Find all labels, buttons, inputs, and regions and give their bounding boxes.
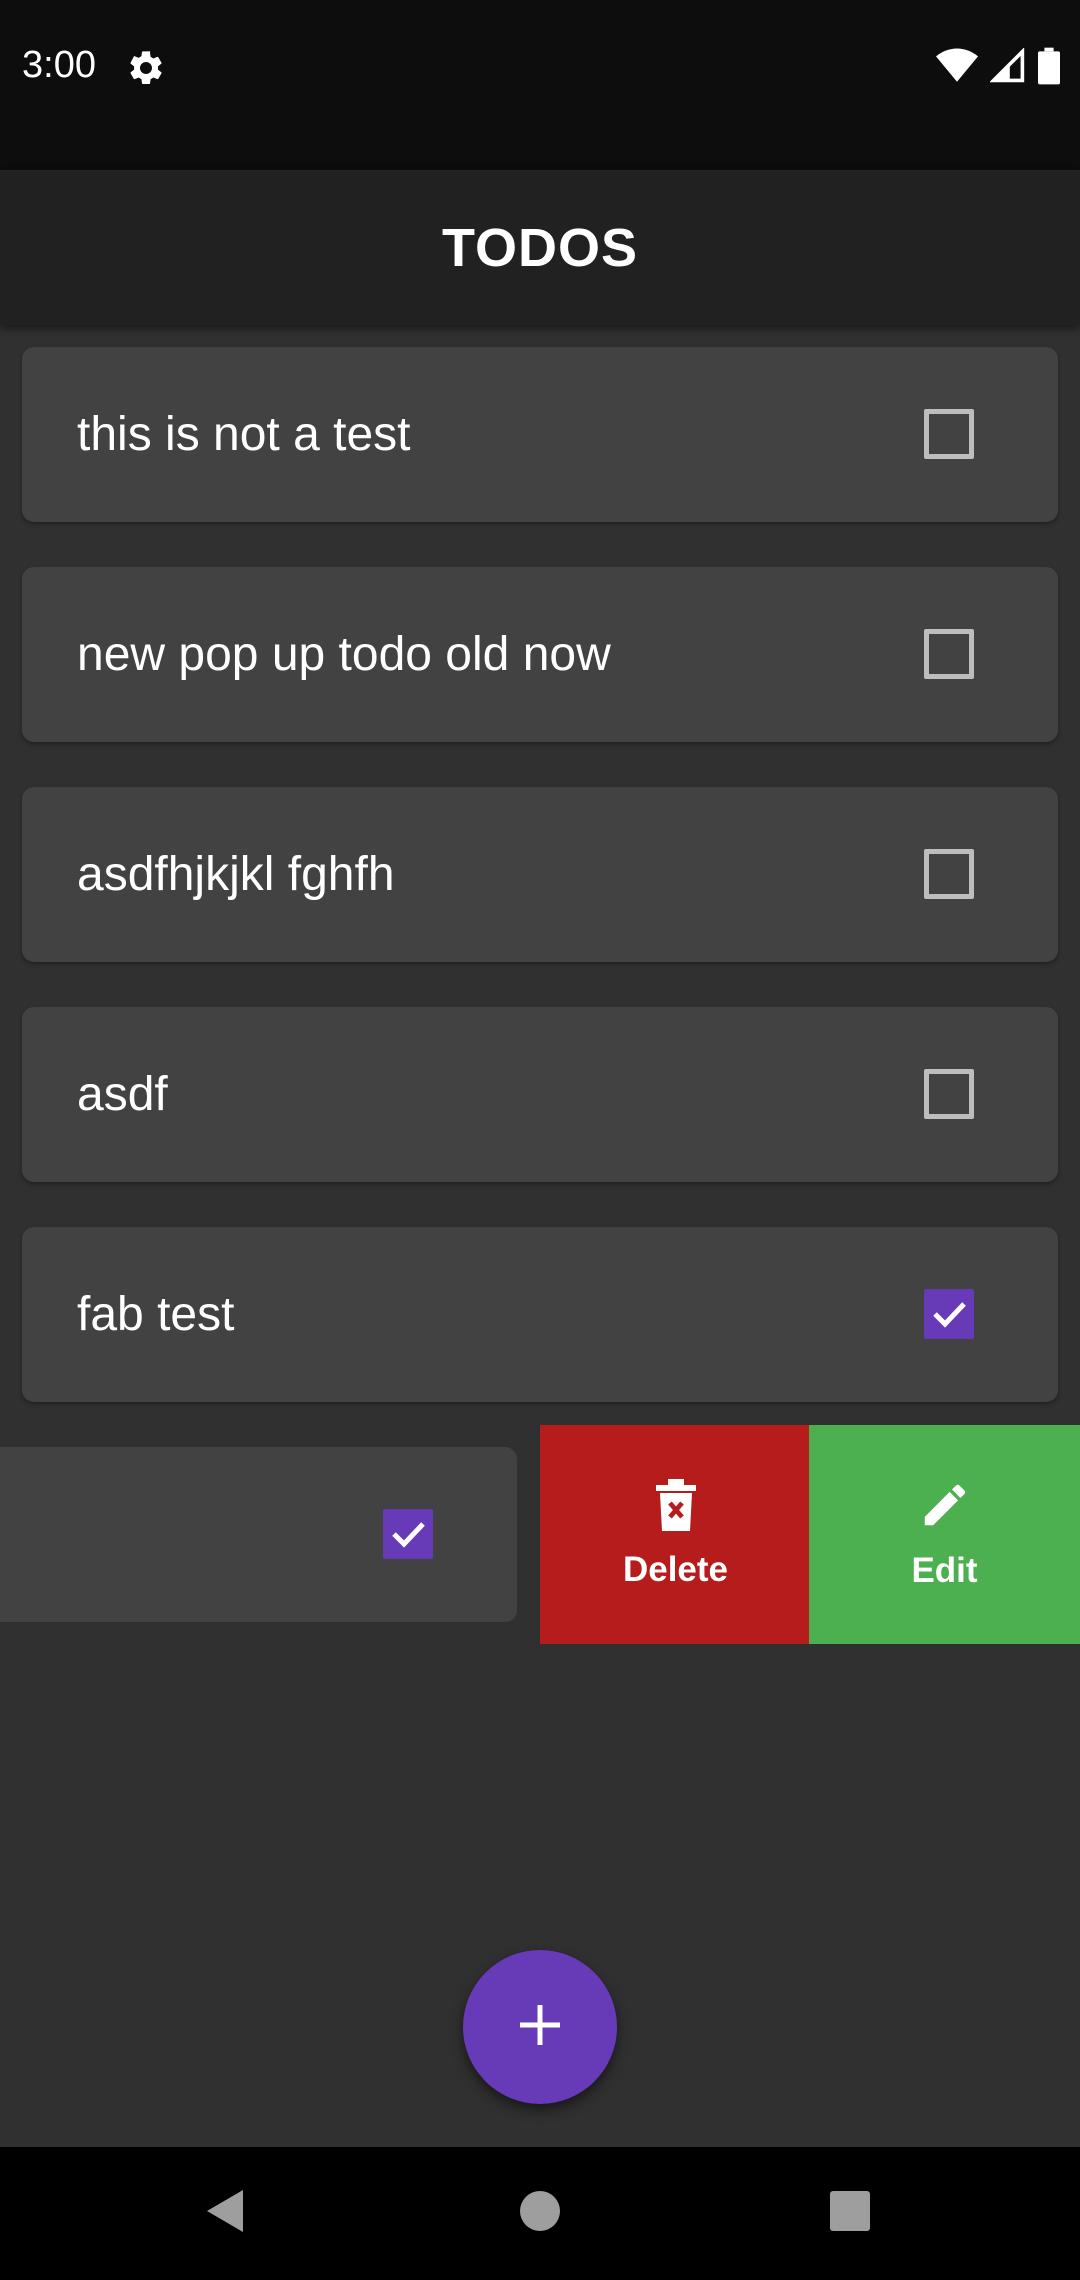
todo-card[interactable]: asdfhjkjkl fghfh	[22, 787, 1058, 962]
status-bar: 3:00	[0, 0, 1080, 170]
plus-icon	[518, 2003, 562, 2052]
todo-card[interactable]: fab test	[22, 1227, 1058, 1402]
home-icon	[519, 2190, 561, 2237]
edit-button[interactable]: Edit	[809, 1425, 1080, 1644]
page-title: TODOS	[441, 217, 639, 278]
navigation-bar	[0, 2147, 1080, 2280]
todo-label: new pop up todo old now	[77, 628, 611, 681]
home-button[interactable]	[505, 2147, 575, 2280]
todo-checkbox-checked[interactable]	[383, 1509, 433, 1559]
check-icon	[933, 1302, 966, 1328]
pencil-icon	[918, 1478, 972, 1537]
recents-icon	[829, 2190, 871, 2237]
edit-label: Edit	[911, 1551, 978, 1590]
delete-button[interactable]: Delete	[540, 1425, 811, 1644]
delete-label: Delete	[622, 1550, 729, 1589]
recents-button[interactable]	[815, 2147, 885, 2280]
settings-gear-icon	[126, 48, 166, 88]
todo-label: fab test	[77, 1288, 235, 1341]
todo-checkbox-checked[interactable]	[924, 1289, 974, 1339]
todo-card[interactable]: this is not a test	[22, 347, 1058, 522]
back-icon	[205, 2188, 245, 2239]
todo-checkbox[interactable]	[924, 409, 974, 459]
delete-icon	[654, 1479, 698, 1536]
todo-card[interactable]: asdf	[22, 1007, 1058, 1182]
app-bar: TODOS	[0, 170, 1080, 325]
todo-label: asdfhjkjkl fghfh	[77, 848, 395, 901]
wifi-icon	[936, 48, 978, 89]
status-time: 3:00	[22, 44, 96, 86]
check-icon	[392, 1522, 425, 1548]
todo-label: this is not a test	[77, 408, 411, 461]
todo-checkbox[interactable]	[924, 629, 974, 679]
cell-signal-icon	[989, 46, 1026, 89]
back-button[interactable]	[190, 2147, 260, 2280]
todo-checkbox[interactable]	[924, 849, 974, 899]
add-todo-button[interactable]	[463, 1950, 617, 2104]
todo-checkbox[interactable]	[924, 1069, 974, 1119]
swiped-todo-card[interactable]	[0, 1447, 517, 1622]
battery-icon	[1038, 47, 1060, 90]
todo-card[interactable]: new pop up todo old now	[22, 567, 1058, 742]
todo-label: asdf	[77, 1068, 168, 1121]
